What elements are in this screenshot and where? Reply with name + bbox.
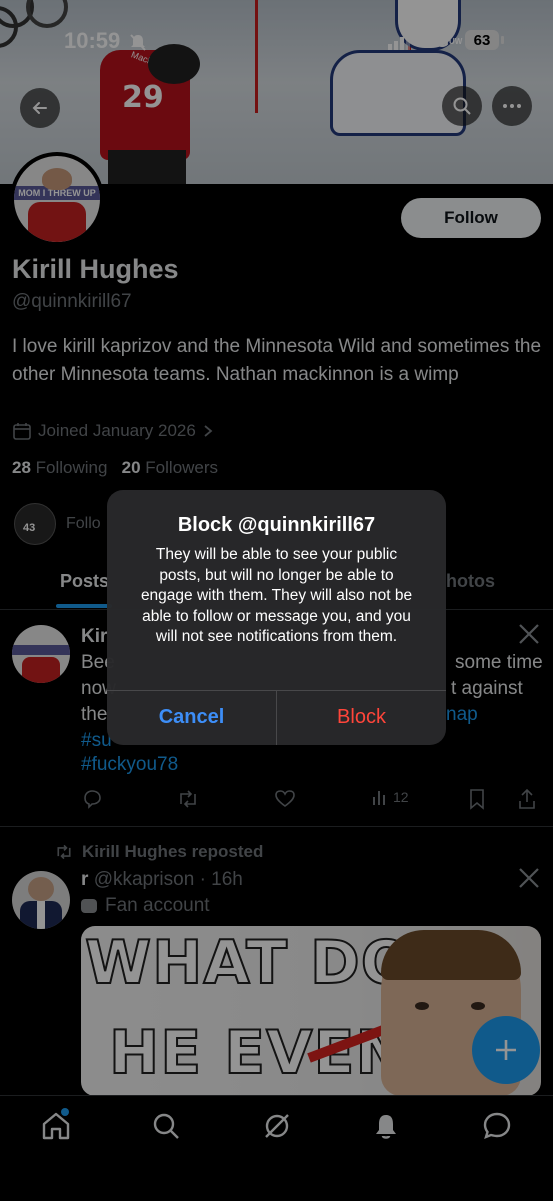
dialog-message: They will be able to see your public pos… xyxy=(140,546,413,645)
block-confirmation-dialog: Block @quinnkirill67 They will be able t… xyxy=(107,490,446,745)
block-button[interactable]: Block xyxy=(277,690,446,745)
dialog-title: Block @quinnkirill67 xyxy=(177,514,376,536)
cancel-button[interactable]: Cancel xyxy=(107,690,276,745)
